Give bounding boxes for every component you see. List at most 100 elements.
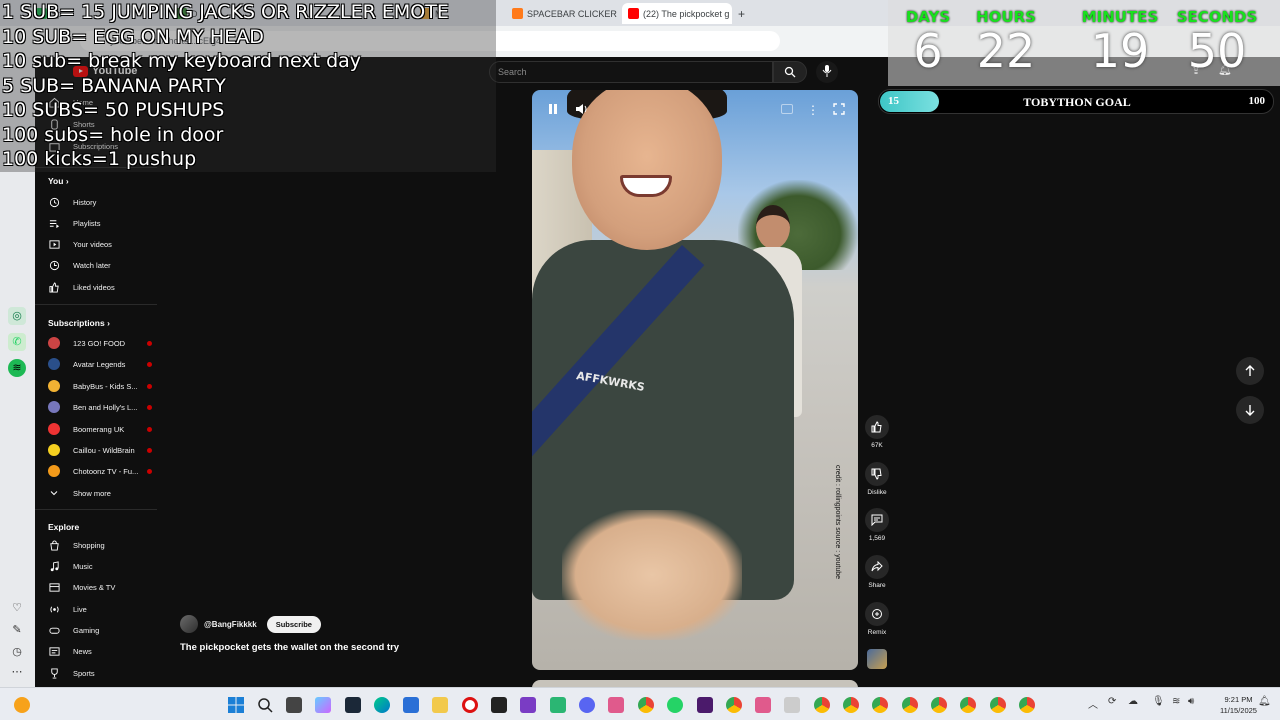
search-input[interactable]: Search xyxy=(489,61,773,83)
sidebar-item-history[interactable]: History xyxy=(48,193,156,211)
captions-icon xyxy=(781,104,793,114)
edit-icon[interactable]: ✎ xyxy=(8,621,26,639)
whatsapp-icon[interactable] xyxy=(667,697,683,713)
volume-icon[interactable]: 🔊︎ xyxy=(1188,696,1194,707)
subscription-channel[interactable]: 123 GO! FOOD xyxy=(48,334,156,352)
youtube-tab-icon xyxy=(628,8,639,19)
start-button[interactable] xyxy=(228,697,244,713)
channel-avatar xyxy=(48,401,60,413)
sidebar-item-news[interactable]: News xyxy=(48,642,156,660)
heart-icon[interactable]: ♡ xyxy=(8,599,26,617)
sidebar-item-live[interactable]: Live xyxy=(48,600,156,618)
more-options-button[interactable]: ⋮ xyxy=(803,103,823,119)
volume-button[interactable] xyxy=(572,103,592,119)
channel-avatar[interactable] xyxy=(180,615,198,633)
clock[interactable]: 9:21 PM 11/15/2025 xyxy=(1220,694,1257,716)
spotify-icon[interactable]: ≋ xyxy=(8,359,26,377)
steam-icon[interactable] xyxy=(345,697,361,713)
chatgpt-icon[interactable]: ◎ xyxy=(8,307,26,325)
task-view-icon[interactable] xyxy=(286,697,302,713)
opera-icon[interactable] xyxy=(462,697,478,713)
voice-search-button[interactable] xyxy=(816,61,838,83)
sidebar-item-watch-later[interactable]: Watch later xyxy=(48,256,156,274)
video-title[interactable]: The pickpocket gets the wallet on the se… xyxy=(180,642,399,653)
chrome-profile-icon[interactable] xyxy=(726,697,742,713)
search-icon xyxy=(258,698,273,713)
timer-minutes: MINUTES 19 xyxy=(1081,8,1159,78)
shorts-video-player[interactable]: AFFKWRKS credit : rollingpoints source :… xyxy=(532,90,858,670)
subscription-channel[interactable]: Ben and Holly's L... xyxy=(48,398,156,416)
chrome-profile-icon[interactable] xyxy=(960,697,976,713)
app-icon[interactable] xyxy=(520,697,536,713)
sidebar-item-playlists[interactable]: Playlists xyxy=(48,214,156,232)
sidebar-item-liked-videos[interactable]: Liked videos xyxy=(48,278,156,296)
app-icon[interactable] xyxy=(755,697,771,713)
chrome-profile-icon[interactable] xyxy=(990,697,1006,713)
edge-icon[interactable] xyxy=(374,697,390,713)
captions-button[interactable] xyxy=(777,103,797,119)
chrome-profile-icon[interactable] xyxy=(902,697,918,713)
tab-spacebar-clicker[interactable]: SPACEBAR CLICKER - 202 xyxy=(512,3,618,24)
fullscreen-button[interactable] xyxy=(829,103,849,119)
chrome-profile-icon[interactable] xyxy=(1019,697,1035,713)
previous-short-button[interactable] xyxy=(1236,357,1264,385)
remix-button[interactable]: Remix xyxy=(861,602,893,636)
sidebar-item-sports[interactable]: Sports xyxy=(48,664,156,682)
sidebar-item-your-videos[interactable]: Your videos xyxy=(48,235,156,253)
chrome-profile-icon[interactable] xyxy=(872,697,888,713)
tab-youtube-active[interactable]: (22) The pickpocket g xyxy=(622,3,732,24)
subscriptions-header[interactable]: Subscriptions › xyxy=(48,318,110,328)
sidebar-item-movies-tv[interactable]: Movies & TV xyxy=(48,578,156,596)
chrome-profile-icon[interactable] xyxy=(814,697,830,713)
discord-icon[interactable] xyxy=(579,697,595,713)
app-icon[interactable] xyxy=(784,697,800,713)
microphone-icon[interactable]: 🎙︎ xyxy=(1152,696,1165,707)
dislike-button[interactable]: Dislike xyxy=(861,462,893,496)
search-taskbar-button[interactable] xyxy=(257,697,273,713)
cloud-icon[interactable]: ☁ xyxy=(1128,696,1138,707)
pause-button[interactable] xyxy=(543,103,563,119)
channel-name[interactable]: @BangFikkkk xyxy=(204,620,257,629)
like-button[interactable]: 67K xyxy=(861,415,893,449)
microsoft-store-icon[interactable] xyxy=(403,697,419,713)
app-icon[interactable] xyxy=(550,697,566,713)
epic-games-icon[interactable] xyxy=(491,697,507,713)
subscription-channel[interactable]: Chotoonz TV - Fu... xyxy=(48,462,156,480)
subscription-channel[interactable]: BabyBus - Kids S... xyxy=(48,377,156,395)
chevron-right-icon: › xyxy=(65,176,69,186)
weather-icon[interactable] xyxy=(14,697,30,713)
next-app-icon[interactable] xyxy=(697,697,713,713)
chrome-profile-icon[interactable] xyxy=(843,697,859,713)
chrome-icon[interactable] xyxy=(638,697,654,713)
live-dot xyxy=(147,447,152,453)
next-short-button[interactable] xyxy=(1236,396,1264,424)
subscription-channel[interactable]: Caillou - WildBrain xyxy=(48,441,156,459)
chevron-up-icon[interactable]: ︿ xyxy=(1088,696,1098,711)
subscription-channel[interactable]: Avatar Legends xyxy=(48,355,156,373)
show-more-button[interactable]: Show more xyxy=(48,484,156,502)
sidebar-item-gaming[interactable]: Gaming xyxy=(48,621,156,639)
copilot-icon[interactable] xyxy=(315,697,331,713)
sidebar-item-music[interactable]: Music xyxy=(48,557,156,575)
comments-button[interactable]: 1,569 xyxy=(861,508,893,542)
audio-thumbnail[interactable] xyxy=(867,649,887,669)
channel-row: @BangFikkkk Subscribe xyxy=(180,615,321,633)
you-header[interactable]: You › xyxy=(48,176,69,186)
file-explorer-icon[interactable] xyxy=(432,697,448,713)
sync-icon[interactable]: ⟳ xyxy=(1108,696,1116,707)
gaming-icon xyxy=(48,624,60,636)
whatsapp-icon[interactable]: ✆ xyxy=(8,333,26,351)
app-icon[interactable] xyxy=(608,697,624,713)
channel-avatar xyxy=(48,444,60,456)
chrome-profile-icon[interactable] xyxy=(931,697,947,713)
sidebar-item-shopping[interactable]: Shopping xyxy=(48,536,156,554)
wifi-icon[interactable]: ≋ xyxy=(1172,696,1180,707)
history-icon[interactable]: ◷ xyxy=(8,643,26,661)
subscribe-button[interactable]: Subscribe xyxy=(266,615,321,633)
share-button[interactable]: Share xyxy=(861,555,893,589)
more-icon[interactable]: ⋯ xyxy=(8,663,26,681)
new-tab-button[interactable]: + xyxy=(738,3,752,24)
notification-bell-icon[interactable]: 🔔︎ xyxy=(1258,696,1271,707)
subscription-channel[interactable]: Boomerang UK xyxy=(48,420,156,438)
search-button[interactable] xyxy=(773,61,807,83)
